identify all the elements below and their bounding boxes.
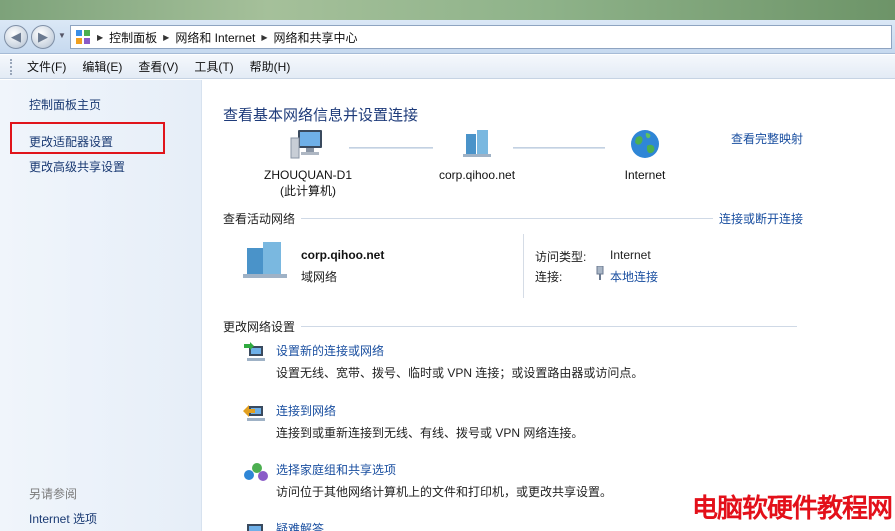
sidebar-item-control-panel-home[interactable]: 控制面板主页 <box>29 96 101 113</box>
computer-icon <box>290 130 322 159</box>
task-link[interactable]: 连接到网络 <box>276 402 336 419</box>
breadcrumb-control-panel[interactable]: 控制面板 <box>109 29 157 46</box>
address-bar[interactable]: ▶ 控制面板 ▶ 网络和 Internet ▶ 网络和共享中心 <box>70 25 892 49</box>
menu-file[interactable]: 文件(F) <box>19 58 74 75</box>
chevron-right-icon[interactable]: ▶ <box>97 33 103 42</box>
network-node-internet[interactable]: Internet <box>585 128 705 182</box>
sidebar: 控制面板主页 更改适配器设置 更改高级共享设置 另请参阅 Internet 选项 <box>0 80 202 531</box>
breadcrumb-sharing-center[interactable]: 网络和共享中心 <box>274 29 358 46</box>
view-full-map-link[interactable]: 查看完整映射 <box>731 130 803 147</box>
internet-label: Internet <box>624 168 666 182</box>
network-node-computer[interactable]: ZHOUQUAN-D1 (此计算机) <box>246 128 370 199</box>
task-link[interactable]: 选择家庭组和共享选项 <box>276 461 396 478</box>
active-networks-title: 查看活动网络 <box>223 212 296 226</box>
page-title: 查看基本网络信息并设置连接 <box>223 107 419 124</box>
task-description: 设置无线、宽带、拨号、临时或 VPN 连接；或设置路由器或访问点。 <box>276 366 644 380</box>
globe-icon <box>631 130 659 158</box>
history-dropdown-icon[interactable]: ▼ <box>58 31 66 40</box>
local-connection-link[interactable]: 本地连接 <box>610 268 658 285</box>
domain-network-icon <box>243 242 287 278</box>
active-network-type[interactable]: 域网络 <box>301 268 337 285</box>
connection-label: 连接: <box>535 270 563 284</box>
main-content: 查看基本网络信息并设置连接 查看完整映射 ZHOUQUAN-D1 (此计算机) … <box>203 80 895 531</box>
change-settings-header: 更改网络设置 <box>223 318 803 335</box>
new-connection-icon <box>244 342 265 361</box>
breadcrumb-network-internet[interactable]: 网络和 Internet <box>175 29 255 46</box>
task-description: 连接到或重新连接到无线、有线、拨号或 VPN 网络连接。 <box>276 426 584 440</box>
menu-tools[interactable]: 工具(T) <box>186 58 241 75</box>
chevron-right-icon[interactable]: ▶ <box>163 33 169 42</box>
menu-bar: 文件(F) 编辑(E) 查看(V) 工具(T) 帮助(H) <box>0 55 895 79</box>
task-link[interactable]: 设置新的连接或网络 <box>276 342 384 359</box>
access-type-value: Internet <box>610 248 651 262</box>
computer-subtitle: (此计算机) <box>280 184 336 198</box>
domain-network-icon <box>463 130 491 157</box>
menu-view[interactable]: 查看(V) <box>130 58 186 75</box>
domain-label: corp.qihoo.net <box>438 168 516 182</box>
troubleshoot-icon <box>247 524 263 531</box>
network-node-domain[interactable]: corp.qihoo.net <box>415 128 539 182</box>
menu-grip <box>10 58 13 75</box>
active-network-name: corp.qihoo.net <box>301 248 385 262</box>
vertical-divider <box>523 234 524 298</box>
menu-help[interactable]: 帮助(H) <box>242 58 299 75</box>
control-panel-icon <box>76 30 90 44</box>
network-plug-icon <box>596 266 604 280</box>
computer-name: ZHOUQUAN-D1 <box>263 168 352 182</box>
sidebar-item-internet-options[interactable]: Internet 选项 <box>29 510 97 527</box>
active-networks-header: 查看活动网络 连接或断开连接 <box>223 210 803 227</box>
sidebar-item-change-adapter[interactable]: 更改适配器设置 <box>29 133 113 150</box>
back-button[interactable]: ◀ <box>4 25 28 49</box>
navigation-bar: ◀ ▶ ▼ ▶ 控制面板 ▶ 网络和 Internet ▶ 网络和共享中心 <box>0 20 895 54</box>
section-divider <box>301 326 797 327</box>
sidebar-item-advanced-sharing[interactable]: 更改高级共享设置 <box>29 158 125 175</box>
connect-network-icon <box>243 405 265 421</box>
forward-button[interactable]: ▶ <box>31 25 55 49</box>
see-also-heading: 另请参阅 <box>29 487 78 501</box>
task-link[interactable]: 疑难解答 <box>276 520 324 531</box>
task-description: 访问位于其他网络计算机上的文件和打印机，或更改共享设置。 <box>276 485 613 499</box>
chevron-right-icon[interactable]: ▶ <box>261 33 267 42</box>
menu-edit[interactable]: 编辑(E) <box>74 58 130 75</box>
homegroup-icon <box>244 463 268 481</box>
window-top-strip <box>0 0 895 20</box>
watermark: 电脑软硬件教程网 <box>692 494 893 524</box>
section-divider <box>301 218 713 219</box>
connect-disconnect-link[interactable]: 连接或断开连接 <box>719 210 803 227</box>
change-settings-title: 更改网络设置 <box>223 320 296 334</box>
access-type-label: 访问类型: <box>535 250 587 264</box>
